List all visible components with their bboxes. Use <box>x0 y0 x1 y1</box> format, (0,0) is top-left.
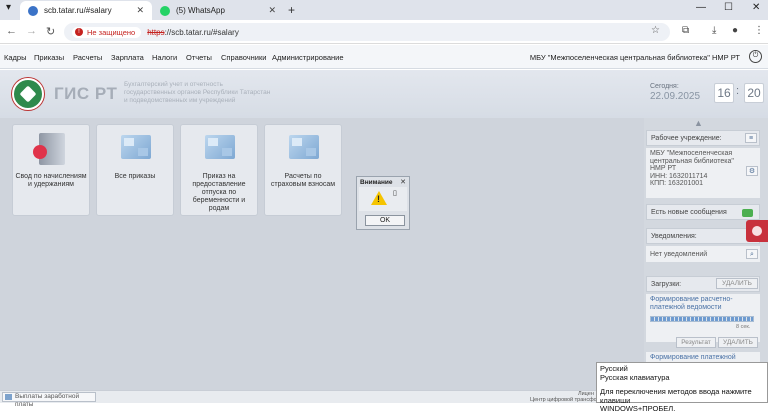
bookmark-star-icon[interactable]: ☆ <box>651 25 660 36</box>
extensions-icon[interactable]: ⧉ <box>682 25 689 36</box>
organization-name: МБУ "Межпоселенческая центральная библио… <box>529 53 740 62</box>
today-label: Сегодня: <box>650 83 679 90</box>
back-icon[interactable]: ← <box>6 25 17 37</box>
clock-hours: 16 <box>714 83 734 103</box>
workplace-header: Рабочее учреждение: ≡ <box>646 130 760 146</box>
browser-window: scb.tatar.ru/#salary ✕ (5) WhatsApp ✕ + … <box>0 0 768 413</box>
clock-separator: : <box>736 85 740 97</box>
notifications-value: Нет уведомлений ⌕ <box>646 246 760 262</box>
warning-triangle-icon <box>371 191 387 205</box>
insecure-label: Не защищено <box>87 27 136 37</box>
chat-icon <box>742 209 753 217</box>
whatsapp-icon <box>160 5 170 16</box>
tile-label: Свод по начислениям и удержаниям <box>15 173 87 188</box>
menu-item-nalogi[interactable]: Налоги <box>152 53 177 62</box>
book-icon <box>33 133 67 165</box>
tile-svod-nachisleniy[interactable]: Свод по начислениям и удержаниям <box>12 124 90 216</box>
dialog-close-icon[interactable]: ✕ <box>400 178 406 186</box>
dialog-body: ▯ <box>359 187 407 211</box>
minimize-icon[interactable]: — <box>696 2 706 13</box>
app-menu-bar: Кадры Приказы Расчеты Зарплата Налоги От… <box>0 45 768 69</box>
download-progress-bar <box>650 316 754 322</box>
url-protocol: https <box>147 27 165 37</box>
result-button[interactable]: Результат <box>676 337 716 348</box>
delete-download-button[interactable]: УДАЛИТЬ <box>718 337 758 348</box>
tab-whatsapp[interactable]: (5) WhatsApp ✕ <box>152 1 284 20</box>
unknown-glyph-icon: ▯ <box>393 190 397 197</box>
app-header: ГИС РТ Бухгалтерский учет и отчетность г… <box>0 70 768 118</box>
search-icon[interactable]: ⌕ <box>746 249 758 259</box>
tab-salary[interactable]: scb.tatar.ru/#salary ✕ <box>20 1 152 20</box>
tile-label: Расчеты по страховым взносам <box>270 173 336 188</box>
progress-fill <box>651 317 753 321</box>
close-tab-icon[interactable]: ✕ <box>136 5 144 16</box>
new-tab-button[interactable]: + <box>288 3 295 17</box>
address-bar[interactable]: ! Не защищено https ://scb.tatar.ru/#sal… <box>64 23 670 41</box>
tile-label: Приказ на предоставление отпуска по бере… <box>192 173 246 212</box>
profile-icon[interactable]: ● <box>732 25 738 36</box>
cubes-icon <box>121 135 151 163</box>
warning-icon: ! <box>75 28 83 36</box>
support-widget-icon[interactable] <box>746 220 768 242</box>
browser-toolbar: ← → ↻ ! Не защищено https ://scb.tatar.r… <box>0 20 768 44</box>
list-icon[interactable]: ≡ <box>745 133 757 143</box>
tab-title: scb.tatar.ru/#salary <box>44 6 112 15</box>
menu-item-prikazy[interactable]: Приказы <box>34 53 64 62</box>
ok-button[interactable]: OK <box>365 215 405 226</box>
menu-item-spravochniki[interactable]: Справочники <box>221 53 266 62</box>
workplace-info: МБУ "Межпоселенческая центральная библио… <box>646 148 760 198</box>
cubes-icon <box>289 135 319 163</box>
browser-menu-icon[interactable]: ⋮ <box>754 25 764 36</box>
window-close-icon[interactable]: ✕ <box>752 2 760 13</box>
maximize-icon[interactable]: ☐ <box>724 2 733 13</box>
clock-minutes: 20 <box>744 83 764 103</box>
security-indicator[interactable]: ! Не защищено <box>72 26 142 38</box>
url-text: ://scb.tatar.ru/#salary <box>164 27 239 37</box>
forward-icon[interactable]: → <box>26 25 37 37</box>
menu-item-administrirovanie[interactable]: Администрирование <box>272 53 344 62</box>
alert-dialog: Внимание ✕ ▯ OK <box>356 176 410 230</box>
today-date: 22.09.2025 <box>650 91 701 102</box>
tab-strip: scb.tatar.ru/#salary ✕ (5) WhatsApp ✕ + … <box>0 0 768 20</box>
logout-power-icon[interactable]: ⏻ <box>749 50 762 63</box>
menu-item-otchety[interactable]: Отчеты <box>186 53 212 62</box>
ime-language-tooltip: Русский Русская клавиатура Для переключе… <box>596 362 768 413</box>
tile-strahovye-vznosy[interactable]: Расчеты по страховым взносам <box>264 124 342 216</box>
cubes-icon <box>205 135 235 163</box>
taskbar-window-salary[interactable]: Выплаты заработной платы <box>2 392 96 408</box>
download-icon[interactable]: ⤓ <box>712 25 716 36</box>
main-content: Свод по начислениям и удержаниям Все при… <box>0 118 644 390</box>
menu-item-zarplata[interactable]: Зарплата <box>111 53 144 62</box>
menu-item-kadry[interactable]: Кадры <box>4 53 26 62</box>
collapse-up-icon[interactable]: ▲ <box>694 118 703 128</box>
right-panel: ▲ Рабочее учреждение: ≡ МБУ "Межпоселенч… <box>644 118 768 390</box>
messages-header[interactable]: Есть новые сообщения <box>646 204 760 220</box>
tab-title: (5) WhatsApp <box>176 6 225 15</box>
footer-center: Центр цифровой трансфо <box>530 397 597 403</box>
notifications-header: Уведомления: <box>646 228 760 244</box>
close-tab-icon[interactable]: ✕ <box>268 5 276 16</box>
tab-search-icon[interactable]: ▾ <box>6 2 11 13</box>
settings-gear-icon[interactable]: ⚙ <box>746 166 758 176</box>
download-time: 8 сек. <box>736 324 751 330</box>
brand-subtitle: Бухгалтерский учет и отчетность государс… <box>124 81 271 104</box>
brand-title: ГИС РТ <box>54 84 118 103</box>
menu-item-raschety[interactable]: Расчеты <box>73 53 102 62</box>
delete-all-button[interactable]: УДАЛИТЬ <box>716 278 758 289</box>
tile-label: Все приказы <box>114 173 156 180</box>
site-favicon-icon <box>28 5 38 16</box>
gis-logo-icon <box>12 78 44 110</box>
reload-icon[interactable]: ↻ <box>46 25 55 38</box>
dialog-title: Внимание <box>360 179 393 186</box>
tile-prikaz-otpusk[interactable]: Приказ на предоставление отпуска по бере… <box>180 124 258 216</box>
tile-vse-prikazy[interactable]: Все приказы <box>96 124 174 216</box>
